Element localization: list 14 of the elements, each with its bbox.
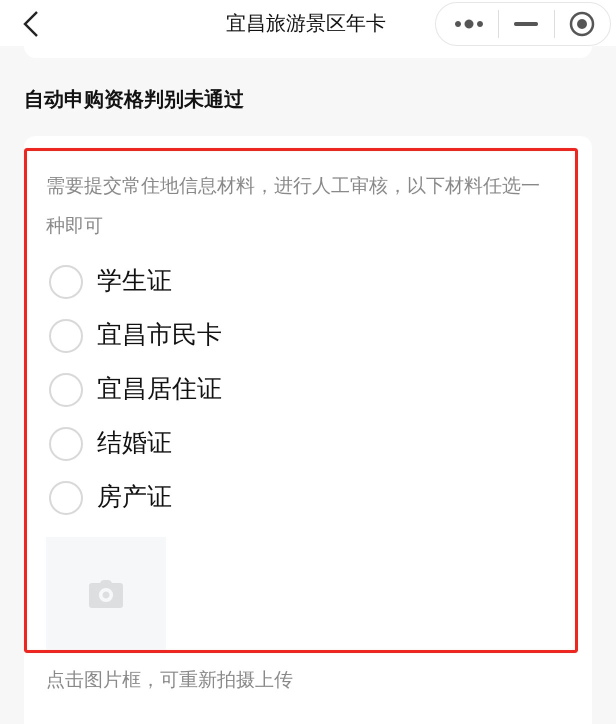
radio-option[interactable]: 宜昌居住证 [46, 363, 549, 417]
hint-text: 点击图片框，可重新拍摄上传 [46, 669, 294, 693]
more-icon[interactable] [454, 19, 484, 29]
page-title: 宜昌旅游景区年卡 [226, 12, 386, 37]
section-title: 自动申购资格判别未通过 [24, 88, 244, 113]
radio-option[interactable]: 宜昌市民卡 [46, 309, 549, 363]
radio-option[interactable]: 结婚证 [46, 417, 549, 471]
camera-icon [89, 580, 123, 608]
minimize-icon[interactable] [514, 21, 538, 27]
radio-option[interactable]: 房产证 [46, 471, 549, 525]
close-icon[interactable] [569, 11, 595, 37]
back-icon[interactable] [22, 10, 40, 38]
description-text: 需要提交常住地信息材料，进行人工审核，以下材料任选一种即可 [46, 175, 541, 239]
radio-option[interactable]: 学生证 [46, 255, 549, 309]
